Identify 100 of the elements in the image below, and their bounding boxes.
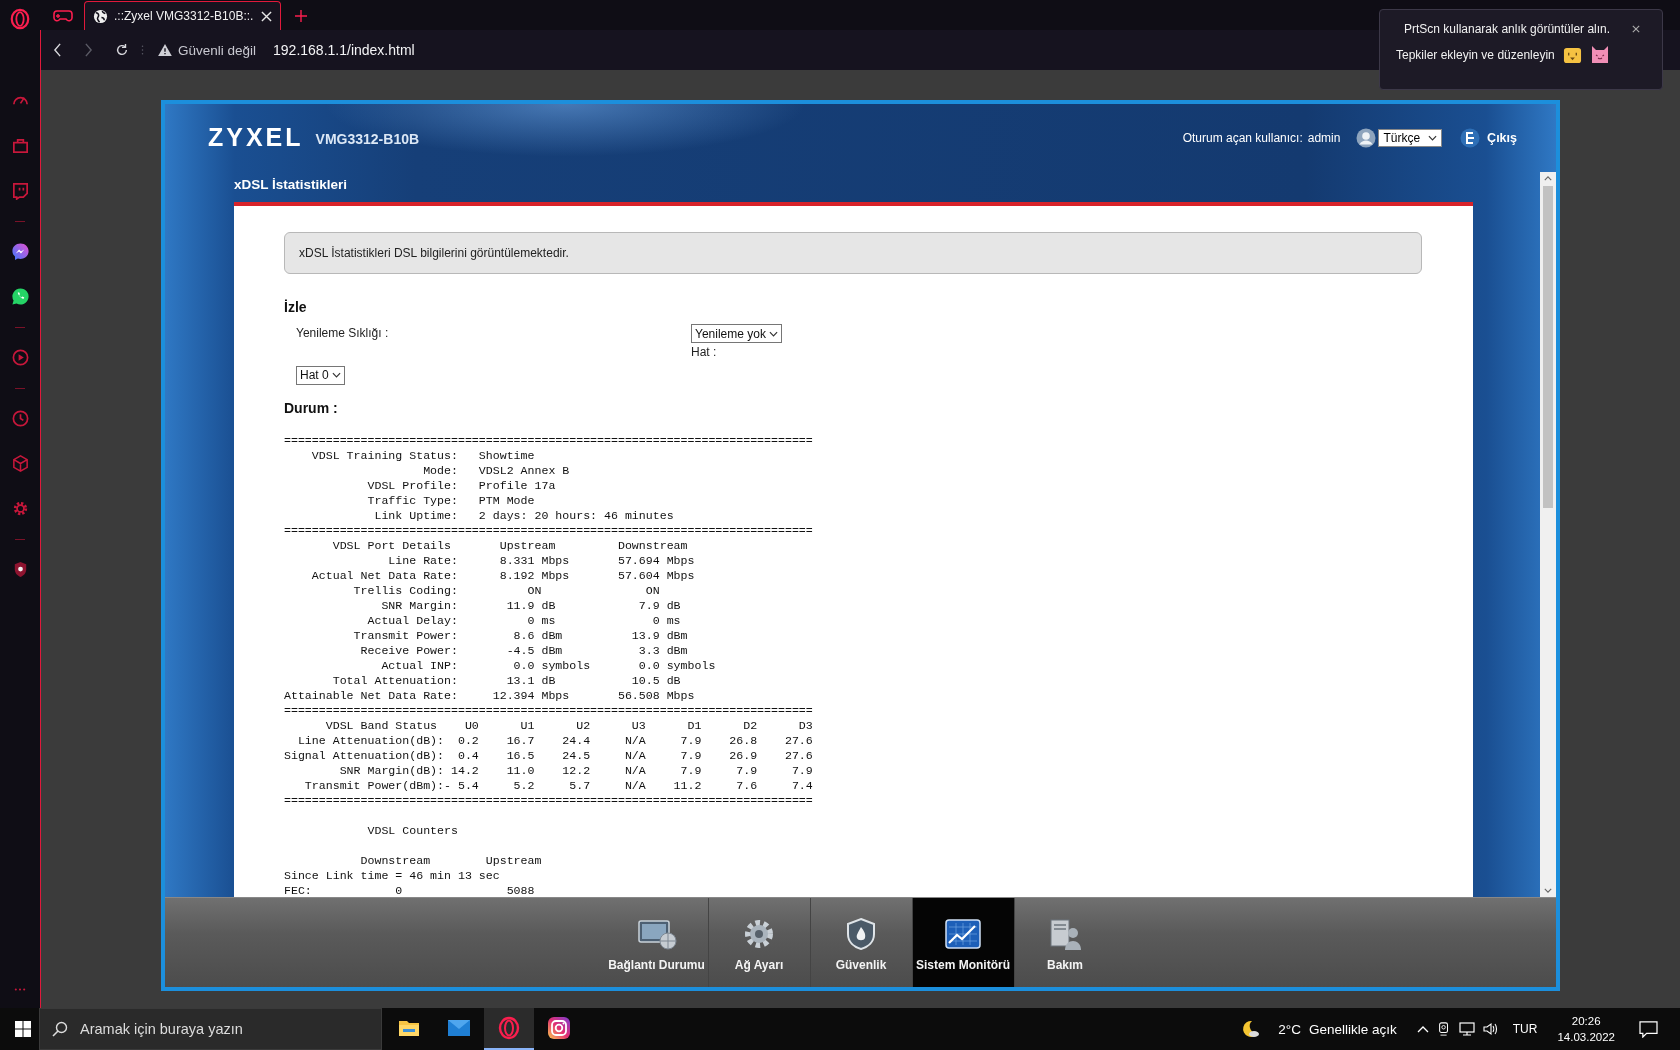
- taskbar-app[interactable]: [484, 1008, 534, 1050]
- model-name: VMG3312-B10B: [315, 130, 420, 147]
- scroll-thumb[interactable]: [1543, 185, 1553, 508]
- webcam-icon[interactable]: [1436, 1022, 1451, 1036]
- more-icon[interactable]: [13, 987, 27, 992]
- caret-icon: [331, 372, 341, 379]
- refresh-select[interactable]: Yenileme yok: [691, 324, 782, 344]
- temperature[interactable]: 2°C: [1278, 1021, 1301, 1037]
- refresh-label: Yenileme Sıklığı :: [296, 325, 390, 343]
- nav-item[interactable]: Güvenlik: [809, 897, 912, 987]
- report-line: VDSL Profile: Profile 17a: [366, 478, 556, 492]
- page-title: xDSL İstatistikleri: [234, 175, 349, 194]
- search-icon: [52, 1021, 68, 1037]
- notification-text: Tepkiler ekleyin ve düzenleyin: [1396, 48, 1555, 62]
- report-line: VDSL Band Status U0 U1 U2 U3 D1 D2 D3: [324, 718, 813, 732]
- close-icon[interactable]: [1632, 25, 1640, 33]
- info-text: xDSL İstatistikleri DSL bilgilerini görüntülemektedir.: [299, 245, 569, 260]
- report-line: FEC: 0 5088: [284, 883, 535, 897]
- notification-text: PrtScn kullanarak anlık görüntüler alın.: [1404, 22, 1611, 36]
- report-line: SNR Margin(dB): 14.2 11.0 12.2 N/A 7.9 7.9 7.9: [338, 763, 813, 777]
- section-heading: İzle: [284, 297, 308, 316]
- report-line: Signal Attenuation(dB): 0.4 16.5 24.5 N/A 7.9 26.9 27.6: [284, 748, 813, 762]
- clock-icon[interactable]: [10, 409, 30, 428]
- logout-link[interactable]: Çıkış: [1487, 130, 1517, 145]
- smiley-sticker-icon: [1562, 45, 1582, 65]
- report-line: Transmit Power(dBm):- 5.4 5.2 5.7 N/A 11.2 7.6 7.4: [303, 778, 813, 792]
- report-line: Downstream Upstream: [359, 853, 542, 867]
- nav-item[interactable]: Bakım: [1013, 897, 1116, 987]
- forward-icon[interactable]: [84, 43, 93, 57]
- report-line: SNR Margin: 11.9 dB 7.9 dB: [380, 598, 681, 612]
- report-line: ============================================================================: [284, 523, 813, 537]
- security-label[interactable]: Güvenli değil: [178, 42, 257, 58]
- chart-icon: [943, 916, 983, 951]
- report-line: ============================================================================: [284, 433, 813, 447]
- user-label: Oturum açan kullanıcı:: [1182, 130, 1303, 145]
- messenger-icon[interactable]: [10, 242, 30, 261]
- taskbar-search-field[interactable]: Aramak için buraya yazın: [39, 1008, 382, 1050]
- report-line: Since Link time = 46 min 13 sec: [284, 868, 500, 882]
- report-line: Actual Delay: 0 ms 0 ms: [366, 613, 681, 627]
- moon-cloud-icon[interactable]: [1240, 1019, 1261, 1039]
- cat-sticker-icon: [1589, 44, 1610, 66]
- camera-app-icon: [547, 1016, 571, 1040]
- back-icon[interactable]: [53, 43, 62, 57]
- windows-start-icon[interactable]: [15, 1021, 31, 1037]
- caret-icon: [768, 330, 778, 337]
- report-line: Attainable Net Data Rate: 12.394 Mbps 56.508 Mbps: [284, 688, 695, 702]
- report-line: Actual INP: 0.0 symbols 0.0 symbols: [380, 658, 716, 672]
- report-line: Line Rate: 8.331 Mbps 57.694 Mbps: [387, 553, 695, 567]
- report-line: ============================================================================: [284, 793, 813, 807]
- opera-logo-icon[interactable]: [9, 8, 31, 30]
- report-line: Line Attenuation(dB): 0.2 16.7 24.4 N/A 7.9 26.8 27.6: [296, 733, 813, 747]
- warning-icon[interactable]: [158, 44, 172, 56]
- report-line: ============================================================================: [284, 703, 813, 717]
- report-line: Trellis Coding: ON ON: [352, 583, 660, 597]
- scroll-up-icon[interactable]: [1544, 175, 1552, 181]
- line-label: Hat :: [691, 344, 718, 362]
- report-line: Actual Net Data Rate: 8.192 Mbps 57.604 Mbps: [310, 568, 695, 582]
- divider-dots-icon: [141, 44, 144, 56]
- report-line: Transmit Power: 8.6 dBm 13.9 dBm: [352, 628, 688, 642]
- chevron-up-icon[interactable]: [1416, 1025, 1429, 1033]
- logout-icon[interactable]: [1460, 127, 1481, 148]
- reload-icon[interactable]: [115, 43, 129, 57]
- nav-item[interactable]: Sistem Monitörü: [911, 897, 1014, 987]
- nav-item[interactable]: Ağ Ayarı: [707, 897, 810, 987]
- user-icon: [1356, 127, 1377, 148]
- section-heading: Durum :: [284, 398, 339, 417]
- line-select[interactable]: Hat 0: [296, 365, 345, 385]
- scroll-down-icon[interactable]: [1544, 887, 1552, 893]
- report-line: Link Uptime: 2 days: 20 hours: 46 minutes: [373, 508, 674, 522]
- cube-icon[interactable]: [10, 454, 30, 473]
- weather-text[interactable]: Genellikle açık: [1308, 1021, 1397, 1037]
- report-line: Receive Power: -4.5 dBm 3.3 dBm: [359, 643, 688, 657]
- input-language[interactable]: TUR: [1512, 1022, 1538, 1036]
- nav-item[interactable]: Bağlantı Durumu: [605, 897, 708, 987]
- clock-date: 14.03.2022: [1557, 1030, 1615, 1045]
- whatsapp-icon[interactable]: [10, 287, 30, 306]
- gamepad-icon: [53, 8, 73, 23]
- report-line: Total Attenuation: 13.1 dB 10.5 dB: [331, 673, 681, 687]
- report-line: Mode: VDSL2 Annex B: [422, 463, 570, 477]
- chat-bubble-icon[interactable]: [10, 181, 30, 200]
- player-icon[interactable]: [10, 348, 30, 367]
- new-tab-icon[interactable]: [295, 10, 307, 22]
- volume-icon[interactable]: [1482, 1021, 1499, 1037]
- tab-title: .::Zyxel VMG3312-B10B::.: [114, 9, 255, 23]
- caret-icon: [1428, 134, 1438, 141]
- user-name: admin: [1307, 130, 1341, 145]
- notifications-icon[interactable]: [1639, 1020, 1658, 1038]
- globe-icon: [93, 8, 108, 24]
- scrollbar[interactable]: [1540, 171, 1556, 897]
- bag-icon[interactable]: [10, 136, 30, 155]
- browser-tab[interactable]: .::Zyxel VMG3312-B10B::.: [84, 1, 281, 30]
- report-line: VDSL Port Details Upstream Downstream: [331, 538, 688, 552]
- network-icon[interactable]: [1458, 1021, 1475, 1037]
- report-line: Traffic Type: PTM Mode: [366, 493, 535, 507]
- clock-time: 20:26: [1571, 1014, 1601, 1029]
- report-line: VDSL Training Status: Showtime: [310, 448, 535, 462]
- url-field[interactable]: 192.168.1.1/index.html: [273, 42, 415, 58]
- opera-icon: [497, 1016, 521, 1040]
- language-select[interactable]: Türkçe: [1378, 128, 1443, 147]
- clock[interactable]: 20:26 14.03.2022: [1547, 1013, 1625, 1045]
